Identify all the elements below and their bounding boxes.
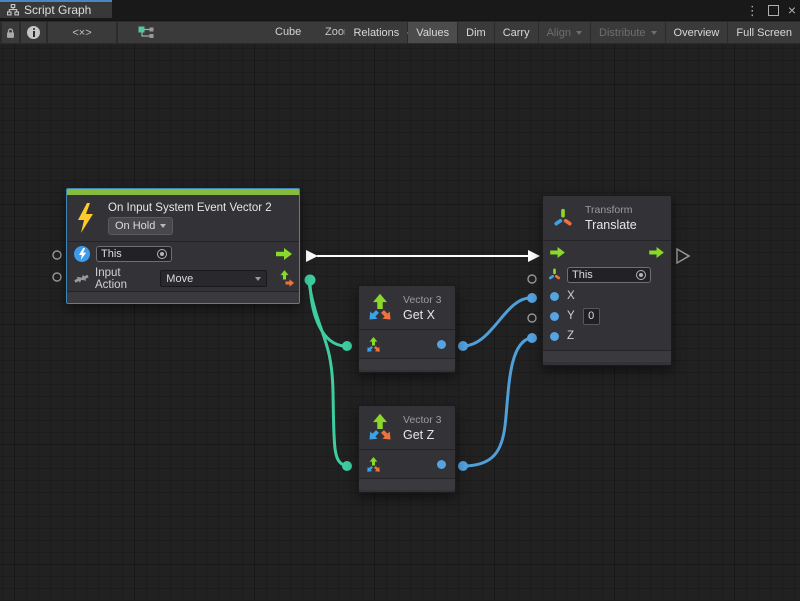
flow-arrow-green-icon bbox=[276, 248, 293, 260]
y-port-label: Y bbox=[567, 310, 575, 322]
vector3-icon bbox=[365, 412, 395, 444]
inspect-button[interactable] bbox=[21, 22, 46, 43]
window-maximize-icon[interactable] bbox=[768, 5, 779, 16]
lock-icon bbox=[5, 27, 16, 39]
code-icon: <×> bbox=[72, 27, 91, 39]
vector3-mini-icon bbox=[365, 336, 382, 353]
caret-down-icon bbox=[160, 224, 166, 228]
transform-mini-icon bbox=[548, 268, 561, 281]
getz-node-category: Vector 3 bbox=[403, 414, 442, 426]
code-preview-button[interactable]: <×> bbox=[48, 22, 116, 43]
event-node-footer bbox=[67, 291, 299, 303]
event-mode-dropdown[interactable]: On Hold bbox=[108, 217, 173, 235]
graph-reference-icon bbox=[138, 26, 154, 40]
graph-name: Cube bbox=[275, 26, 301, 38]
node-vector3-get-x[interactable]: Vector 3 Get X bbox=[358, 285, 456, 373]
flow-in-arrow-icon bbox=[550, 247, 566, 258]
lightning-bolt-icon bbox=[75, 203, 95, 233]
getx-node-footer bbox=[359, 358, 455, 370]
dim-button[interactable]: Dim bbox=[458, 22, 494, 43]
input-system-icon bbox=[74, 246, 90, 262]
info-icon bbox=[27, 26, 40, 39]
overview-button[interactable]: Overview bbox=[666, 22, 728, 43]
relations-button[interactable]: Relations bbox=[345, 22, 407, 43]
node-vector3-get-z[interactable]: Vector 3 Get Z bbox=[358, 405, 456, 493]
script-graph-window: Script Graph ⋮ × <×> bbox=[0, 0, 800, 601]
carry-button[interactable]: Carry bbox=[495, 22, 538, 43]
getx-node-title: Get X bbox=[403, 308, 442, 322]
translate-node-footer bbox=[543, 350, 671, 362]
y-port-dot[interactable] bbox=[550, 312, 559, 321]
getz-node-title: Get Z bbox=[403, 428, 442, 442]
vector3-icon bbox=[365, 292, 395, 324]
node-transform-translate[interactable]: Transform Translate This bbox=[542, 195, 672, 366]
x-port-label: X bbox=[567, 290, 575, 302]
transform-icon bbox=[552, 207, 574, 229]
graph-tree-icon bbox=[7, 4, 19, 16]
input-action-label: Input Action bbox=[95, 267, 154, 291]
tab-script-graph[interactable]: Script Graph bbox=[0, 0, 112, 18]
fullscreen-button[interactable]: Full Screen bbox=[728, 22, 800, 43]
tab-bar: Script Graph ⋮ × bbox=[0, 0, 800, 21]
lock-button[interactable] bbox=[2, 22, 19, 43]
distribute-button[interactable]: Distribute bbox=[591, 22, 664, 43]
input-action-icon bbox=[74, 271, 89, 286]
y-value-input[interactable]: 0 bbox=[583, 308, 600, 325]
window-close-icon[interactable]: × bbox=[788, 3, 796, 17]
getz-inner-output-dot[interactable] bbox=[437, 460, 446, 469]
z-port-label: Z bbox=[567, 330, 574, 342]
graph-info-segment: Cube Zoom 1x bbox=[118, 22, 370, 43]
event-node-title: On Input System Event Vector 2 bbox=[108, 202, 272, 214]
z-port-dot[interactable] bbox=[550, 332, 559, 341]
align-button[interactable]: Align bbox=[539, 22, 590, 43]
flow-out-arrow-icon bbox=[649, 247, 665, 258]
event-this-field[interactable]: This bbox=[96, 246, 172, 262]
caret-down-icon bbox=[651, 31, 657, 35]
input-action-dropdown[interactable]: Move bbox=[160, 270, 267, 287]
node-on-input-system-event[interactable]: On Input System Event Vector 2 On Hold T… bbox=[66, 188, 300, 304]
translate-node-title: Translate bbox=[585, 218, 637, 232]
values-button[interactable]: Values bbox=[408, 22, 457, 43]
getz-node-footer bbox=[359, 478, 455, 490]
getx-node-category: Vector 3 bbox=[403, 294, 442, 306]
translate-node-category: Transform bbox=[585, 204, 637, 216]
x-port-dot[interactable] bbox=[550, 292, 559, 301]
tab-title: Script Graph bbox=[24, 3, 91, 17]
vector2-output-icon bbox=[279, 270, 295, 287]
target-picker-icon[interactable] bbox=[157, 249, 167, 259]
caret-down-icon bbox=[255, 277, 261, 281]
graph-toolbar: <×> Cube Zoom 1x Relations Values Dim Ca… bbox=[0, 21, 800, 45]
vector3-mini-icon bbox=[365, 456, 382, 473]
caret-down-icon bbox=[576, 31, 582, 35]
target-picker-icon[interactable] bbox=[636, 270, 646, 280]
window-menu-icon[interactable]: ⋮ bbox=[746, 4, 759, 17]
getx-inner-output-dot[interactable] bbox=[437, 340, 446, 349]
translate-this-field[interactable]: This bbox=[567, 267, 651, 283]
